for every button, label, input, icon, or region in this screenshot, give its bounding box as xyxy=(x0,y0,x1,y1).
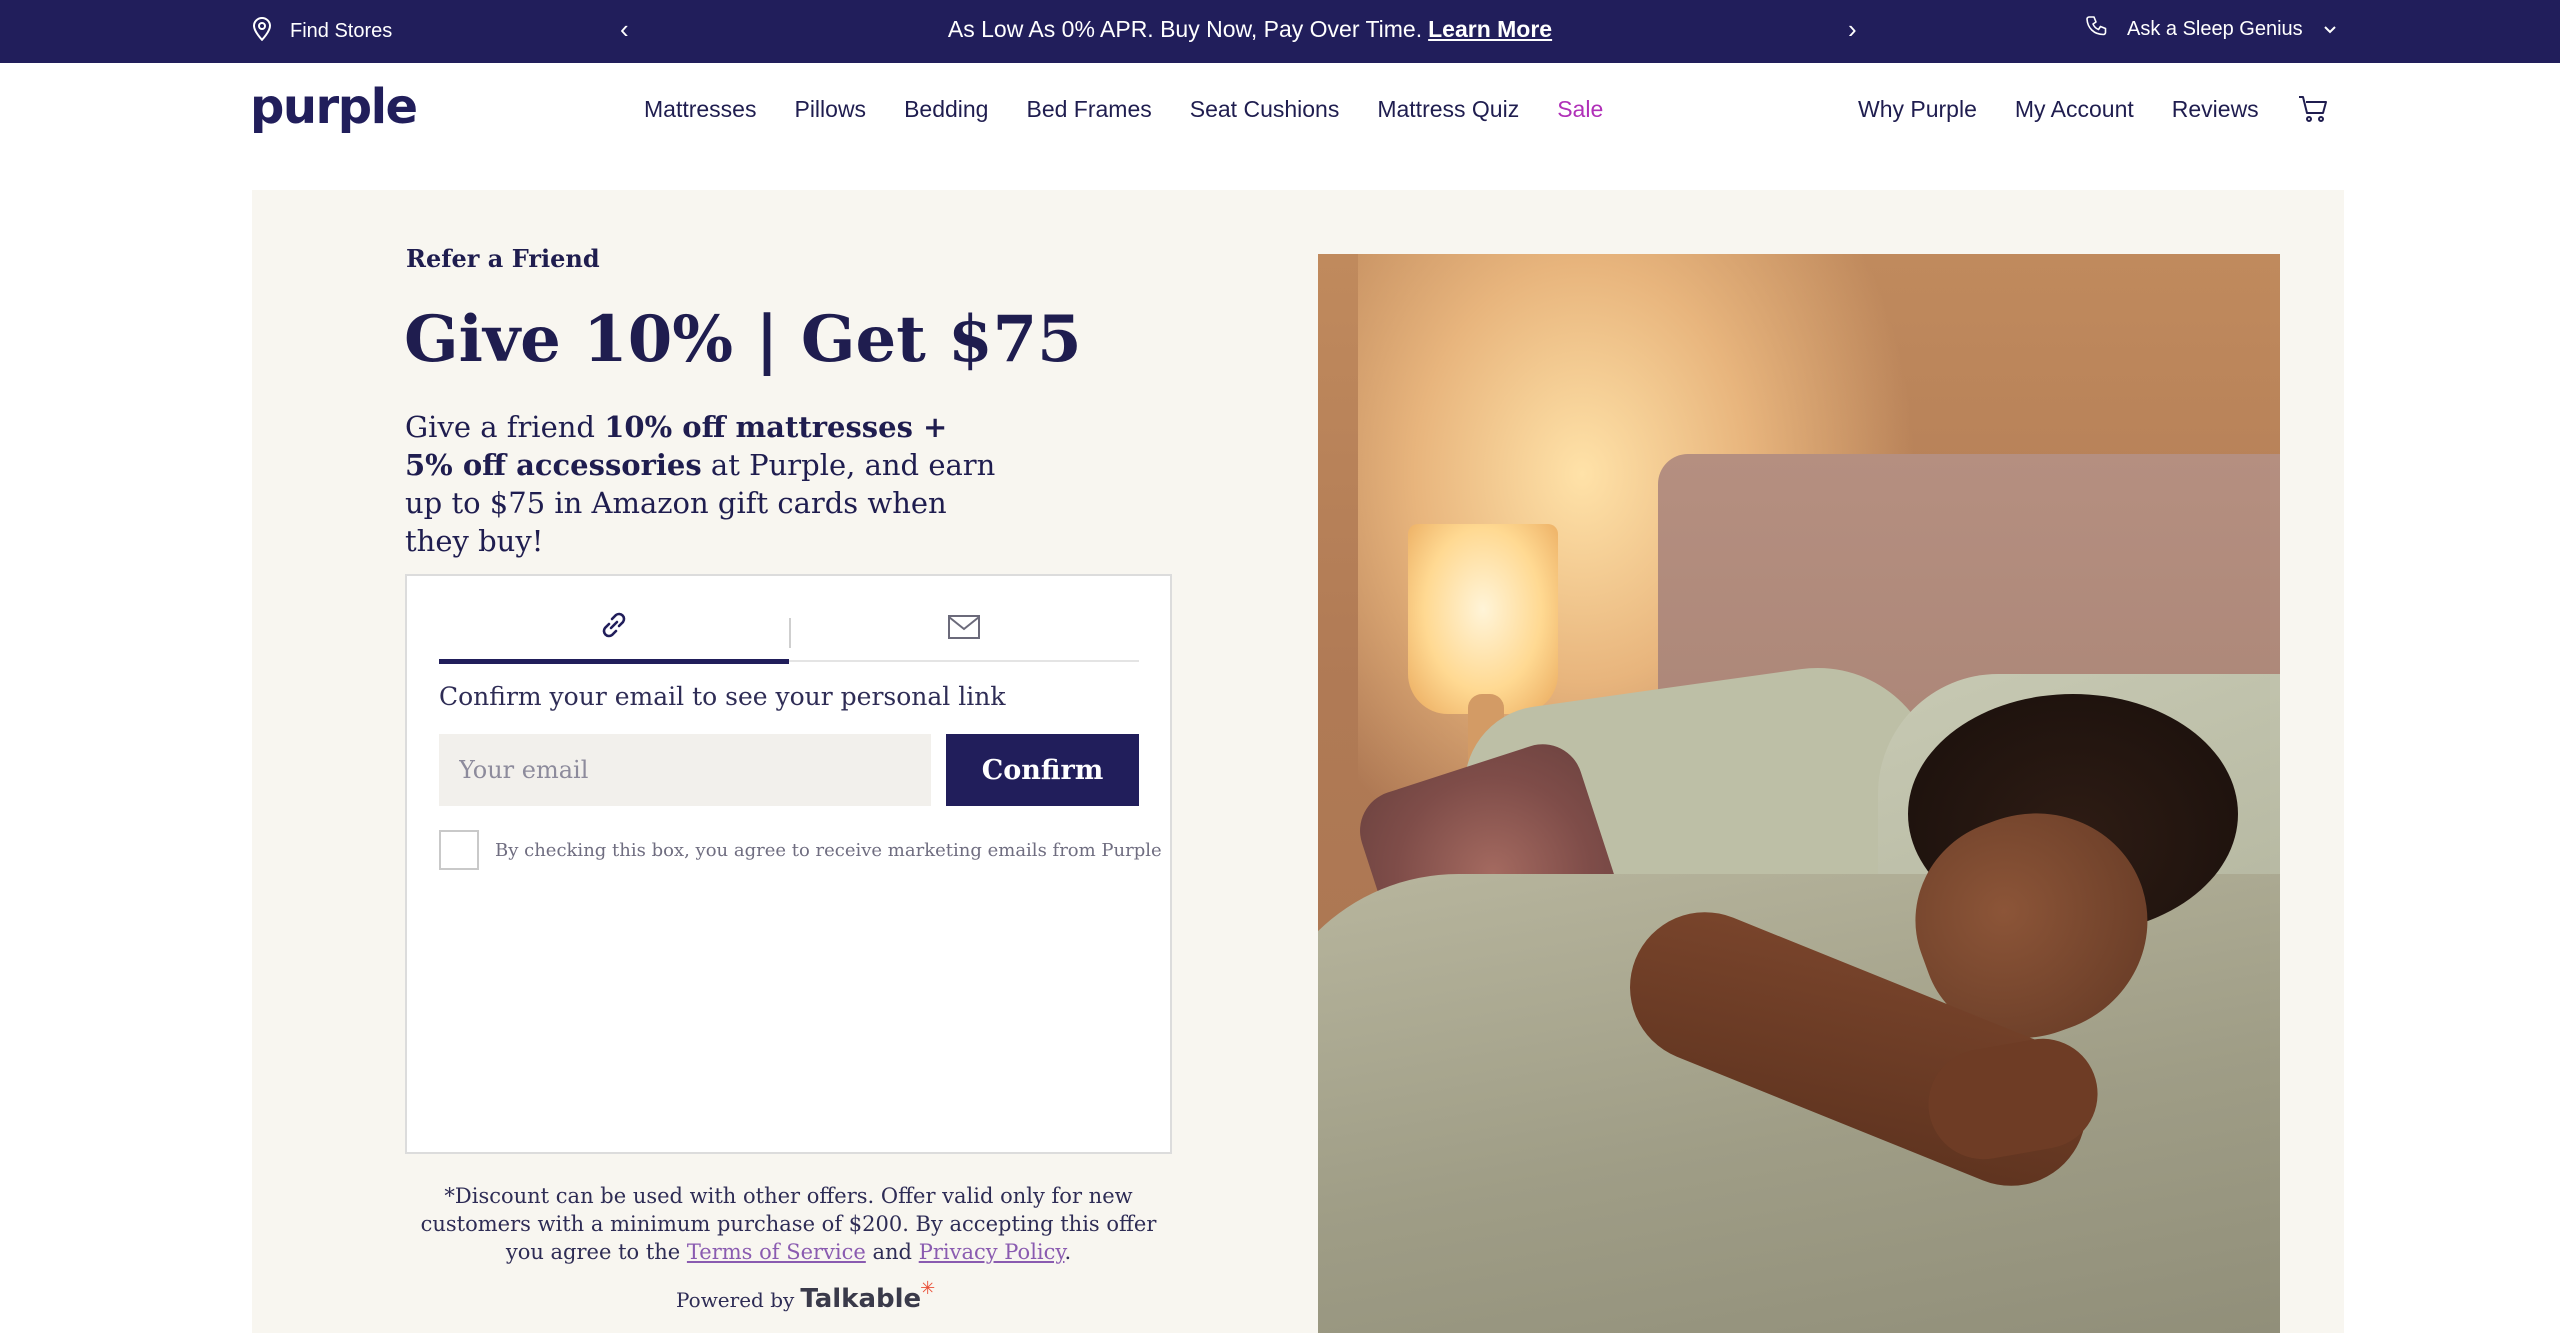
sleep-genius-label: Ask a Sleep Genius xyxy=(2127,17,2303,40)
confirm-email-prompt: Confirm your email to see your personal … xyxy=(439,682,1006,711)
bedside-lamp xyxy=(1408,524,1558,714)
privacy-policy-link[interactable]: Privacy Policy xyxy=(919,1240,1065,1264)
nav-link-mattress-quiz[interactable]: Mattress Quiz xyxy=(1377,96,1519,123)
location-pin-icon xyxy=(252,16,272,47)
find-stores-link[interactable]: Find Stores xyxy=(252,0,392,63)
mail-icon xyxy=(947,613,981,646)
promo-text: As Low As 0% APR. Buy Now, Pay Over Time… xyxy=(947,15,1423,42)
nav-link-why-purple[interactable]: Why Purple xyxy=(1858,96,1977,123)
referral-headline: Give 10% | Get $75 xyxy=(404,302,1082,377)
learn-more-link[interactable]: Learn More xyxy=(1428,16,1552,43)
announcement-bar: Find Stores ‹ As Low As 0% APR. Buy Now,… xyxy=(0,0,2560,63)
nav-link-bedding[interactable]: Bedding xyxy=(904,96,988,123)
find-stores-label: Find Stores xyxy=(290,20,393,42)
intro-prefix: Give a friend xyxy=(405,410,595,444)
referral-widget: Confirm your email to see your personal … xyxy=(405,574,1172,1154)
sleep-genius-dropdown[interactable]: Ask a Sleep Genius xyxy=(2085,0,2337,58)
tab-share-email[interactable] xyxy=(789,596,1139,662)
category-nav: Mattresses Pillows Bedding Bed Frames Se… xyxy=(644,63,1603,155)
offer-disclaimer: *Discount can be used with other offers.… xyxy=(405,1182,1172,1266)
confirm-button[interactable]: Confirm xyxy=(946,734,1139,806)
marketing-consent-checkbox[interactable] xyxy=(439,830,479,870)
disclaimer-and: and xyxy=(872,1240,913,1264)
terms-of-service-link[interactable]: Terms of Service xyxy=(687,1240,866,1264)
link-icon xyxy=(597,608,631,647)
powered-by-label: Powered by xyxy=(676,1288,795,1312)
promo-message: As Low As 0% APR. Buy Now, Pay Over Time… xyxy=(700,0,1800,58)
tab-share-link[interactable] xyxy=(439,596,789,664)
promo-prev-arrow-icon[interactable]: ‹ xyxy=(620,14,629,44)
email-field[interactable] xyxy=(439,734,931,806)
marketing-consent-label: By checking this box, you agree to recei… xyxy=(495,839,1162,861)
referral-intro: Give a friend 10% off mattresses + 5% of… xyxy=(405,408,1005,560)
marketing-consent: By checking this box, you agree to recei… xyxy=(439,830,1162,870)
talkable-logo[interactable]: Talkable ✳ xyxy=(800,1278,935,1314)
phone-icon xyxy=(2085,15,2107,43)
spark-icon: ✳ xyxy=(920,1278,936,1299)
nav-link-bed-frames[interactable]: Bed Frames xyxy=(1026,96,1151,123)
chevron-down-icon xyxy=(2323,18,2337,41)
share-tabs xyxy=(439,596,1139,664)
powered-by: Powered by Talkable ✳ xyxy=(676,1278,935,1314)
nav-link-mattresses[interactable]: Mattresses xyxy=(644,96,756,123)
cart-icon[interactable] xyxy=(2297,93,2329,125)
nav-link-reviews[interactable]: Reviews xyxy=(2172,96,2259,123)
main-nav: purple Mattresses Pillows Bedding Bed Fr… xyxy=(0,63,2560,155)
promo-next-arrow-icon[interactable]: › xyxy=(1848,14,1857,44)
talkable-brand: Talkable xyxy=(800,1284,922,1314)
purple-logo[interactable]: purple xyxy=(250,79,418,135)
disclaimer-end: . xyxy=(1064,1240,1072,1264)
nav-link-seat-cushions[interactable]: Seat Cushions xyxy=(1190,96,1340,123)
hero-image-sleeping-woman xyxy=(1318,254,2280,1333)
nav-link-sale[interactable]: Sale xyxy=(1557,96,1603,123)
utility-nav: Why Purple My Account Reviews xyxy=(1858,63,2329,155)
nav-link-my-account[interactable]: My Account xyxy=(2015,96,2134,123)
nav-link-pillows[interactable]: Pillows xyxy=(794,96,866,123)
referral-eyebrow: Refer a Friend xyxy=(406,244,600,273)
